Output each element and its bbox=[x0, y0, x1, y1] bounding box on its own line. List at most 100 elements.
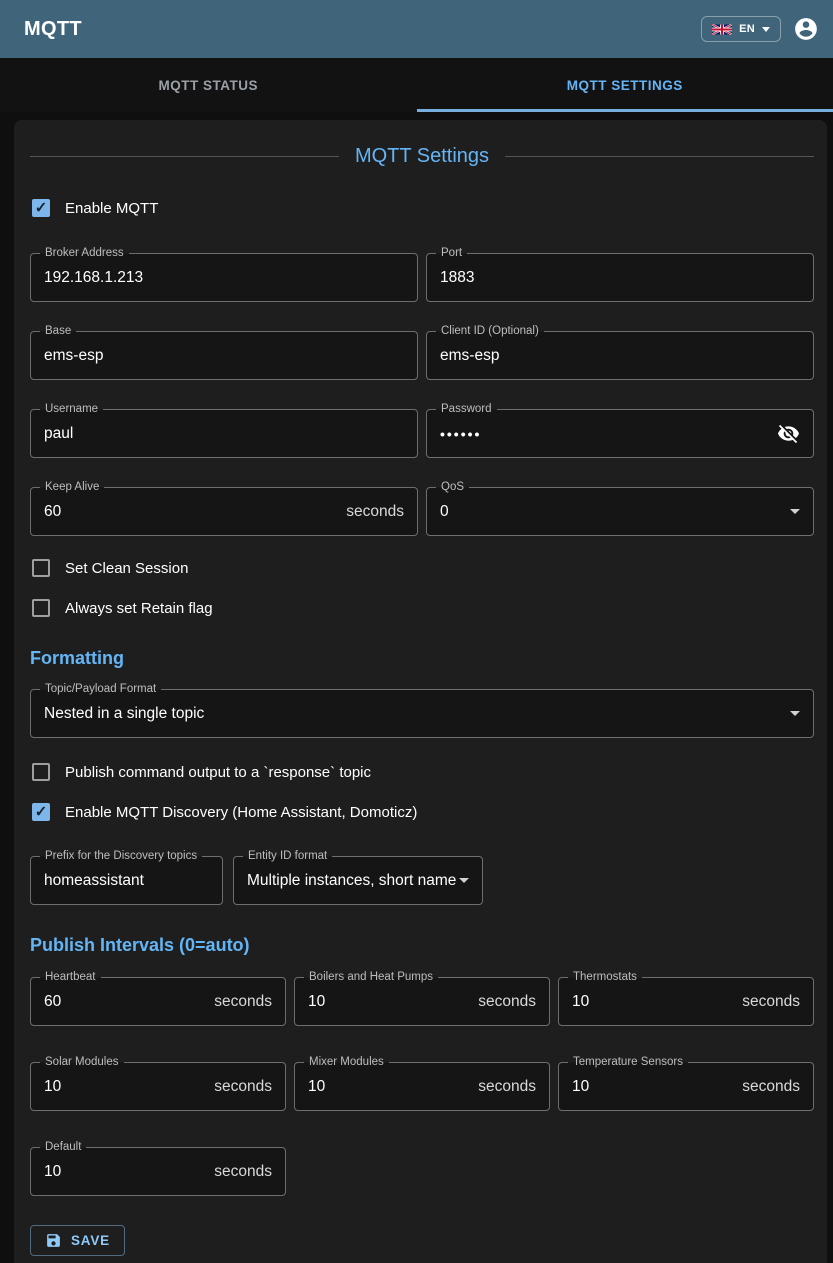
checkbox-mqtt-discovery[interactable]: Enable MQTT Discovery (Home Assistant, D… bbox=[30, 800, 417, 824]
account-circle-icon bbox=[793, 16, 819, 42]
settings-card: MQTT Settings Enable MQTT Broker Address… bbox=[14, 120, 827, 1263]
field-label: Client ID (Optional) bbox=[436, 324, 544, 339]
field-value: ems-esp bbox=[44, 347, 103, 365]
select-value: Nested in a single topic bbox=[44, 705, 204, 723]
field-row: Keep Alive 60 seconds QoS 0 bbox=[30, 487, 814, 536]
caret-down-icon bbox=[790, 711, 800, 716]
field-label: Entity ID format bbox=[243, 849, 332, 864]
field-value: 1883 bbox=[440, 269, 474, 287]
field-label: Thermostats bbox=[568, 970, 642, 985]
select-value: 0 bbox=[440, 503, 449, 521]
caret-down-icon bbox=[459, 878, 469, 883]
field-suffix: seconds bbox=[214, 1163, 272, 1181]
discovery-prefix-field[interactable]: Prefix for the Discovery topics homeassi… bbox=[30, 856, 223, 905]
password-masked-value: •••••• bbox=[440, 426, 481, 442]
field-label: Port bbox=[436, 246, 467, 261]
account-button[interactable] bbox=[793, 16, 819, 42]
checkbox-label: Enable MQTT Discovery (Home Assistant, D… bbox=[65, 804, 417, 821]
tab-bar: MQTT STATUS MQTT SETTINGS bbox=[0, 58, 833, 112]
app-bar-actions: EN bbox=[701, 16, 819, 42]
topic-payload-format-select[interactable]: Topic/Payload Format Nested in a single … bbox=[30, 689, 814, 738]
field-label: Base bbox=[40, 324, 76, 339]
interval-row: Solar Modules 10 seconds Mixer Modules 1… bbox=[30, 1062, 814, 1111]
checkbox-icon[interactable] bbox=[32, 599, 50, 617]
card-title-row: MQTT Settings bbox=[30, 144, 814, 168]
app-title: MQTT bbox=[24, 18, 82, 41]
interval-row: Heartbeat 60 seconds Boilers and Heat Pu… bbox=[30, 977, 814, 1026]
checkbox-retain-flag[interactable]: Always set Retain flag bbox=[30, 596, 213, 620]
port-field[interactable]: Port 1883 bbox=[426, 253, 814, 302]
page-title: MQTT Settings bbox=[355, 145, 489, 168]
checkbox-label: Set Clean Session bbox=[65, 560, 188, 577]
field-label: Heartbeat bbox=[40, 970, 101, 985]
checkbox-label: Always set Retain flag bbox=[65, 600, 213, 617]
field-suffix: seconds bbox=[742, 1078, 800, 1096]
base-field[interactable]: Base ems-esp bbox=[30, 331, 418, 380]
field-suffix: seconds bbox=[742, 993, 800, 1011]
language-selector[interactable]: EN bbox=[701, 16, 781, 42]
uk-flag-icon bbox=[712, 24, 732, 35]
entity-id-format-select[interactable]: Entity ID format Multiple instances, sho… bbox=[233, 856, 483, 905]
boilers-interval-field[interactable]: Boilers and Heat Pumps 10 seconds bbox=[294, 977, 550, 1026]
field-label: QoS bbox=[436, 480, 469, 495]
default-interval-field[interactable]: Default 10 seconds bbox=[30, 1147, 286, 1196]
checkbox-clean-session[interactable]: Set Clean Session bbox=[30, 556, 188, 580]
field-suffix: seconds bbox=[478, 993, 536, 1011]
checkbox-icon[interactable] bbox=[32, 199, 50, 217]
field-suffix: seconds bbox=[346, 503, 404, 521]
field-label: Broker Address bbox=[40, 246, 129, 261]
thermostats-interval-field[interactable]: Thermostats 10 seconds bbox=[558, 977, 814, 1026]
field-label: Solar Modules bbox=[40, 1055, 124, 1070]
checkbox-label: Enable MQTT bbox=[65, 200, 158, 217]
field-row: Broker Address 192.168.1.213 Port 1883 bbox=[30, 253, 814, 302]
field-suffix: seconds bbox=[214, 1078, 272, 1096]
section-heading-publish-intervals: Publish Intervals (0=auto) bbox=[30, 935, 814, 956]
chevron-down-icon bbox=[762, 27, 770, 32]
visibility-off-icon[interactable] bbox=[777, 422, 800, 445]
tab-mqtt-settings[interactable]: MQTT SETTINGS bbox=[417, 58, 833, 112]
field-value: ems-esp bbox=[440, 347, 499, 365]
field-value: 10 bbox=[308, 1078, 325, 1096]
caret-down-icon bbox=[790, 509, 800, 514]
field-suffix: seconds bbox=[478, 1078, 536, 1096]
field-value: paul bbox=[44, 425, 73, 443]
username-field[interactable]: Username paul bbox=[30, 409, 418, 458]
qos-select[interactable]: QoS 0 bbox=[426, 487, 814, 536]
checkbox-enable-mqtt[interactable]: Enable MQTT bbox=[30, 196, 158, 220]
temperature-sensors-interval-field[interactable]: Temperature Sensors 10 seconds bbox=[558, 1062, 814, 1111]
save-button[interactable]: SAVE bbox=[30, 1225, 125, 1256]
client-id-field[interactable]: Client ID (Optional) ems-esp bbox=[426, 331, 814, 380]
field-value: 10 bbox=[572, 1078, 589, 1096]
field-row: Base ems-esp Client ID (Optional) ems-es… bbox=[30, 331, 814, 380]
language-code: EN bbox=[739, 23, 755, 35]
field-suffix: seconds bbox=[214, 993, 272, 1011]
broker-address-field[interactable]: Broker Address 192.168.1.213 bbox=[30, 253, 418, 302]
field-label: Prefix for the Discovery topics bbox=[40, 849, 202, 864]
checkbox-icon[interactable] bbox=[32, 803, 50, 821]
field-value: 10 bbox=[308, 993, 325, 1011]
field-row: Prefix for the Discovery topics homeassi… bbox=[30, 856, 814, 905]
floppy-disk-icon bbox=[45, 1232, 62, 1249]
checkbox-icon[interactable] bbox=[32, 763, 50, 781]
checkbox-response-topic[interactable]: Publish command output to a `response` t… bbox=[30, 760, 371, 784]
interval-row: Default 10 seconds bbox=[30, 1147, 814, 1196]
solar-interval-field[interactable]: Solar Modules 10 seconds bbox=[30, 1062, 286, 1111]
section-heading-formatting: Formatting bbox=[30, 648, 814, 669]
checkbox-icon[interactable] bbox=[32, 559, 50, 577]
password-field[interactable]: Password •••••• bbox=[426, 409, 814, 458]
tab-mqtt-status[interactable]: MQTT STATUS bbox=[0, 58, 417, 112]
divider bbox=[30, 156, 339, 157]
field-value: 10 bbox=[572, 993, 589, 1011]
checkbox-label: Publish command output to a `response` t… bbox=[65, 764, 371, 781]
mixer-interval-field[interactable]: Mixer Modules 10 seconds bbox=[294, 1062, 550, 1111]
keep-alive-field[interactable]: Keep Alive 60 seconds bbox=[30, 487, 418, 536]
field-label: Boilers and Heat Pumps bbox=[304, 970, 438, 985]
field-value: 60 bbox=[44, 993, 61, 1011]
app-bar: MQTT EN bbox=[0, 0, 833, 58]
heartbeat-interval-field[interactable]: Heartbeat 60 seconds bbox=[30, 977, 286, 1026]
save-button-label: SAVE bbox=[71, 1233, 110, 1248]
field-label: Username bbox=[40, 402, 103, 417]
field-value: 60 bbox=[44, 503, 61, 521]
field-row: Username paul Password •••••• bbox=[30, 409, 814, 458]
field-label: Mixer Modules bbox=[304, 1055, 389, 1070]
